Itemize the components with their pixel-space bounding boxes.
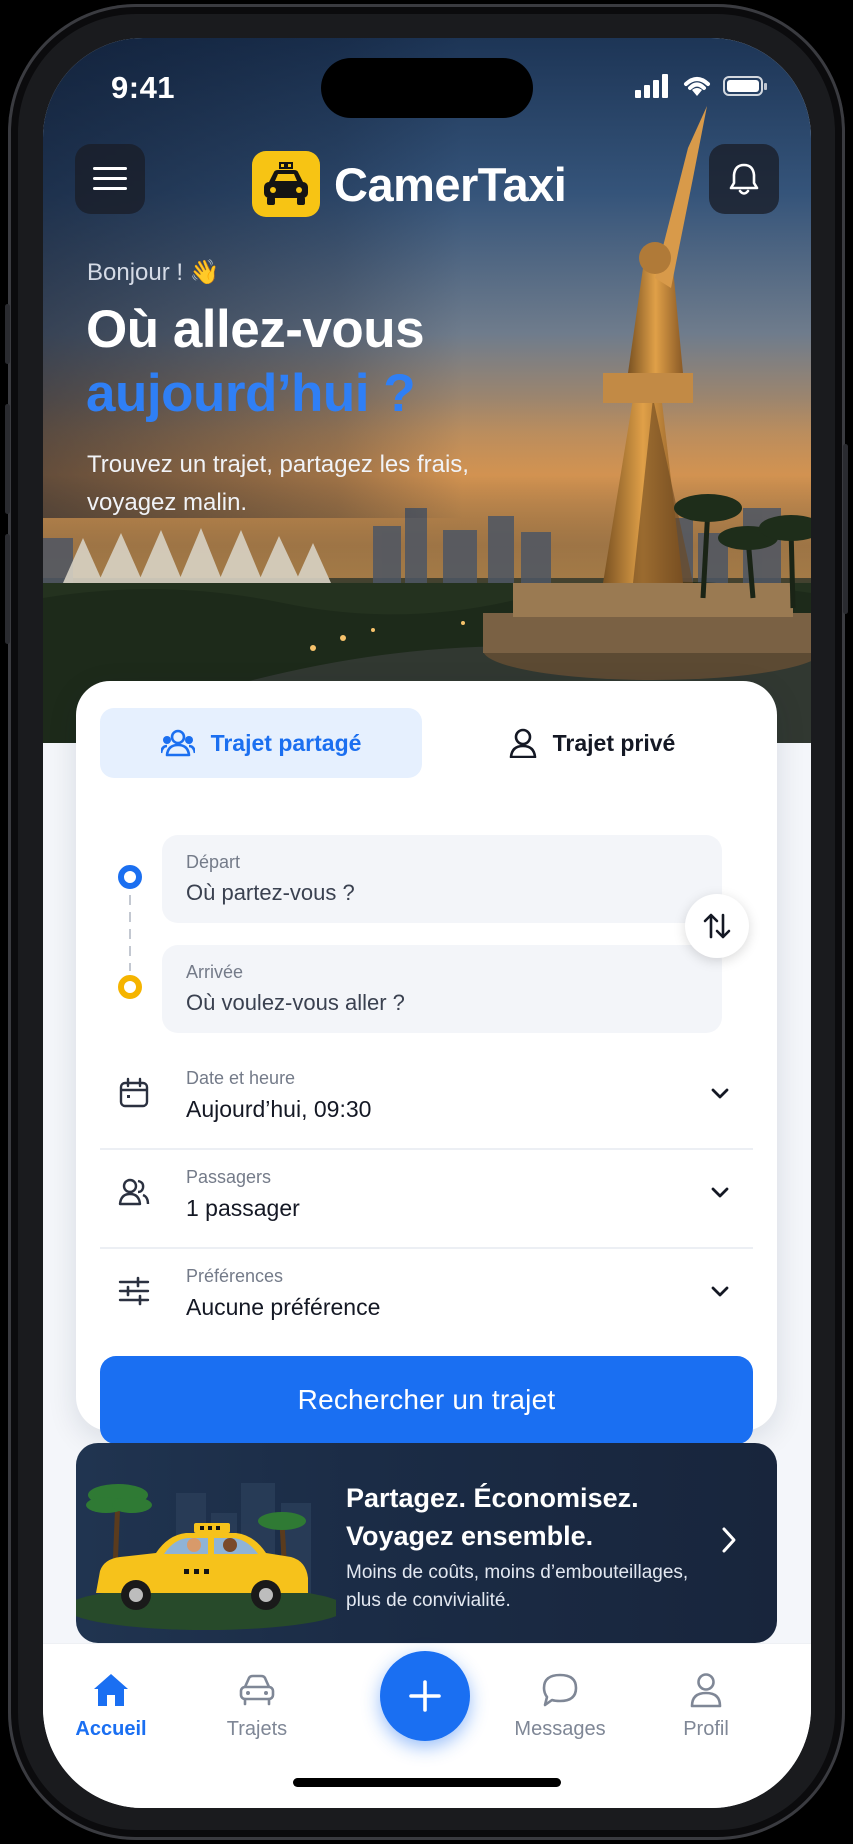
hero-subtitle: Trouvez un trajet, partagez les frais, v…: [87, 451, 469, 516]
signal-icon: [635, 74, 668, 98]
promo-subtitle: Moins de coûts, moins d’embouteillages, …: [346, 1562, 689, 1611]
hamburger-icon: [93, 167, 127, 190]
swap-arrows-icon: [703, 913, 731, 939]
preferences-row[interactable]: Préférences Aucune préférence: [100, 1249, 753, 1345]
app-screen: 9:41 CamerTaxi Bonjour ! 👋 Où allez-vous…: [43, 38, 811, 1808]
status-time: 9:41: [111, 70, 176, 105]
app-logo: CamerTaxi: [252, 151, 567, 217]
profile-icon: [690, 1673, 722, 1708]
passengers-value: 1 passager: [186, 1195, 300, 1221]
promo-title: Partagez. Économisez. Voyagez ensemble.: [346, 1483, 639, 1551]
chevron-down-icon: [711, 1187, 729, 1198]
volume-up-button: [5, 404, 10, 514]
preferences-label: Préférences: [186, 1266, 284, 1286]
mute-switch: [5, 304, 10, 364]
app-name: CamerTaxi: [334, 157, 567, 211]
volume-down-button: [5, 534, 10, 644]
tab-profile[interactable]: Profil: [646, 1670, 766, 1741]
wifi-icon: [684, 77, 710, 96]
status-icons: [635, 74, 769, 98]
arrival-label: Arrivée: [186, 962, 244, 982]
date-time-label: Date et heure: [186, 1068, 296, 1088]
dynamic-island: [321, 58, 533, 118]
user-icon: [509, 728, 536, 758]
arrival-input[interactable]: Où voulez-vous aller ?: [186, 990, 405, 1016]
hero-banner: 9:41 CamerTaxi Bonjour ! 👋 Où allez-vous…: [43, 38, 811, 743]
chat-icon: [542, 1673, 578, 1707]
departure-dot-icon: [118, 865, 142, 889]
promo-banner[interactable]: Partagez. Économisez. Voyagez ensemble. …: [76, 1443, 777, 1643]
home-indicator: [293, 1778, 561, 1787]
bell-icon: [729, 163, 759, 195]
battery-icon: [723, 76, 767, 96]
plus-icon: [409, 1680, 441, 1712]
tab-profile-label: Profil: [683, 1718, 729, 1740]
hero-title-line1: Où allez-vous: [86, 300, 425, 359]
search-card: Trajet partagé Trajet privé Départ Où pa…: [76, 681, 777, 1444]
tab-trips[interactable]: Trajets: [197, 1670, 317, 1741]
route-connector: [129, 895, 131, 971]
search-ride-button[interactable]: Rechercher un trajet: [100, 1356, 753, 1444]
departure-label: Départ: [186, 852, 241, 872]
sliders-icon: [118, 1276, 150, 1306]
departure-input[interactable]: Où partez-vous ?: [186, 880, 355, 906]
departure-field[interactable]: Départ Où partez-vous ?: [162, 835, 722, 923]
date-time-value: Aujourd’hui, 09:30: [186, 1096, 372, 1122]
tab-shared-ride-label: Trajet partagé: [210, 729, 362, 756]
car-icon: [239, 1674, 275, 1706]
passengers-icon: [118, 1178, 150, 1206]
tab-messages-label: Messages: [514, 1718, 606, 1740]
power-button: [843, 444, 848, 614]
hero-title-line2: aujourd’hui ?: [86, 364, 416, 423]
passengers-label: Passagers: [186, 1167, 272, 1187]
tab-private-ride[interactable]: Trajet privé: [431, 708, 753, 778]
create-ride-button[interactable]: [380, 1651, 470, 1741]
tab-trips-label: Trajets: [226, 1718, 288, 1740]
tab-home-label: Accueil: [75, 1718, 147, 1740]
calendar-icon: [119, 1077, 149, 1108]
chevron-down-icon: [711, 1286, 729, 1297]
passengers-row[interactable]: Passagers 1 passager: [100, 1150, 753, 1246]
menu-button[interactable]: [75, 144, 145, 214]
taxi-illustration: [76, 1483, 336, 1630]
tab-messages[interactable]: Messages: [500, 1670, 620, 1741]
tab-private-ride-label: Trajet privé: [552, 729, 676, 756]
taxi-icon: [252, 151, 320, 217]
arrival-field[interactable]: Arrivée Où voulez-vous aller ?: [162, 945, 722, 1033]
preferences-value: Aucune préférence: [186, 1294, 381, 1320]
date-time-row[interactable]: Date et heure Aujourd’hui, 09:30: [100, 1051, 753, 1147]
tab-shared-ride[interactable]: Trajet partagé: [100, 708, 422, 778]
tab-home[interactable]: Accueil: [51, 1670, 171, 1741]
home-icon: [94, 1674, 128, 1706]
swap-locations-button[interactable]: [685, 894, 749, 958]
greeting-text: Bonjour ! 👋: [87, 259, 220, 286]
users-icon: [160, 729, 195, 757]
chevron-down-icon: [711, 1088, 729, 1099]
arrival-dot-icon: [118, 975, 142, 999]
chevron-right-icon[interactable]: [719, 1525, 739, 1555]
notifications-button[interactable]: [709, 144, 779, 214]
